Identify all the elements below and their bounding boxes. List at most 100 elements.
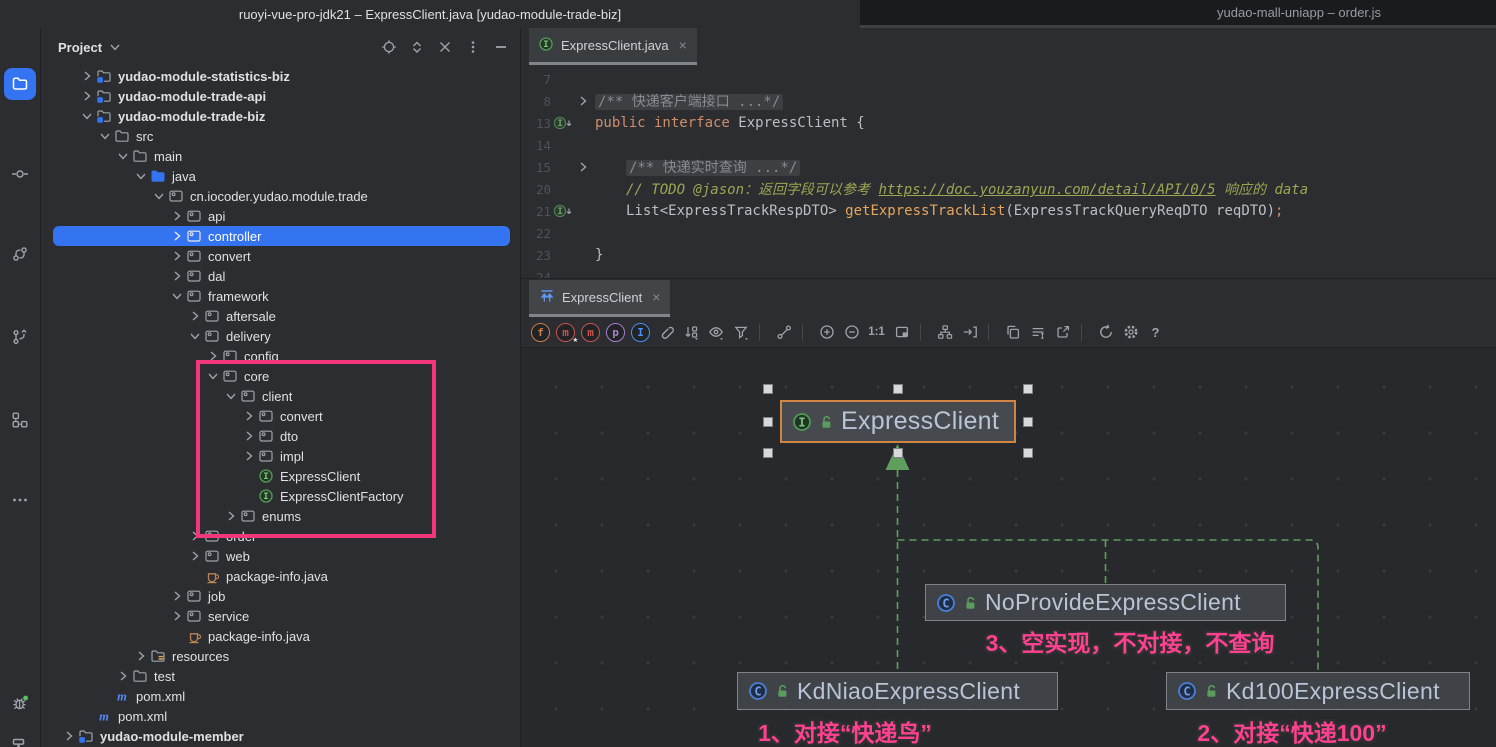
tree-item-convert[interactable]: convert (53, 406, 510, 426)
diagram-node-noprovideexpressclient[interactable]: CNoProvideExpressClient (925, 584, 1286, 621)
fold-region-icon[interactable] (574, 93, 592, 109)
filter-dependencies-button[interactable] (728, 320, 753, 344)
tree-item-web[interactable]: web (53, 546, 510, 566)
help-button[interactable]: ? (1143, 320, 1168, 344)
tree-item-yudao-module-trade-biz[interactable]: yudao-module-trade-biz (53, 106, 510, 126)
chevron-right-icon[interactable] (223, 508, 239, 524)
sort-members-button[interactable] (678, 320, 703, 344)
chevron-right-icon[interactable] (187, 308, 203, 324)
refresh-diagram-button[interactable] (1093, 320, 1118, 344)
tree-item-java[interactable]: java (53, 166, 510, 186)
tree-item-package-info-java[interactable]: package-info.java (53, 566, 510, 586)
chevron-right-icon[interactable] (169, 268, 185, 284)
selection-handle[interactable] (763, 448, 773, 458)
show-fields-button[interactable]: f (528, 320, 553, 344)
locate-file-icon[interactable] (380, 38, 398, 56)
selection-handle[interactable] (1023, 448, 1033, 458)
chevron-down-icon[interactable] (187, 328, 203, 344)
export-diagram-button[interactable] (1050, 320, 1075, 344)
stripe-commit-button[interactable] (4, 158, 36, 190)
copy-diagram-button[interactable] (1000, 320, 1025, 344)
fold-region-icon[interactable] (574, 159, 592, 175)
tree-item-package-info-java[interactable]: package-info.java (53, 626, 510, 646)
tree-item-core[interactable]: core (53, 366, 510, 386)
diagram-node-kdniaoexpressclient[interactable]: CKdNiaoExpressClient (737, 672, 1058, 710)
tree-item-resources[interactable]: resources (53, 646, 510, 666)
diagram-node-kd100expressclient[interactable]: CKd100ExpressClient (1166, 672, 1470, 710)
show-methods-button[interactable]: m (578, 320, 603, 344)
chevron-right-icon[interactable] (133, 648, 149, 664)
apply-layout-button[interactable] (932, 320, 957, 344)
chevron-down-icon[interactable] (223, 388, 239, 404)
expand-all-icon[interactable] (408, 38, 426, 56)
tree-item-api[interactable]: api (53, 206, 510, 226)
hide-panel-icon[interactable] (492, 38, 510, 56)
close-icon[interactable]: × (652, 289, 660, 305)
zoom-out-button[interactable] (839, 320, 864, 344)
chevron-right-icon[interactable] (169, 208, 185, 224)
selection-handle[interactable] (1023, 417, 1033, 427)
diagram-node-expressclient[interactable]: IExpressClient (780, 400, 1016, 443)
stripe-project-button[interactable] (4, 68, 36, 100)
chevron-right-icon[interactable] (61, 728, 77, 744)
chevron-right-icon[interactable] (187, 528, 203, 544)
route-edges-button[interactable] (957, 320, 982, 344)
chevron-right-icon[interactable] (241, 408, 257, 424)
tree-item-aftersale[interactable]: aftersale (53, 306, 510, 326)
selection-handle[interactable] (763, 417, 773, 427)
actual-size-button[interactable]: 1:1 (864, 320, 889, 344)
selection-handle[interactable] (763, 384, 773, 394)
chevron-down-icon[interactable] (79, 108, 95, 124)
tree-item-dal[interactable]: dal (53, 266, 510, 286)
tree-item-delivery[interactable]: delivery (53, 326, 510, 346)
tree-item-pom-xml[interactable]: mpom.xml (53, 686, 510, 706)
code-editor[interactable]: 78/** 快递客户端接口 ...*/13Ipublic interface E… (521, 66, 1496, 280)
node-details-button[interactable] (1025, 320, 1050, 344)
tree-item-convert[interactable]: convert (53, 246, 510, 266)
panel-splitter[interactable] (520, 28, 521, 747)
stripe-build-button[interactable] (4, 730, 36, 747)
stripe-pull-requests-button[interactable] (4, 238, 36, 270)
chevron-right-icon[interactable] (169, 608, 185, 624)
fit-content-button[interactable] (889, 320, 914, 344)
chevron-right-icon[interactable] (187, 548, 203, 564)
editor-diagram-splitter[interactable] (521, 278, 1496, 279)
change-visibility-scope-button[interactable] (703, 320, 728, 344)
edge-creation-mode-button[interactable] (771, 320, 796, 344)
tree-item-yudao-module-trade-api[interactable]: yudao-module-trade-api (53, 86, 510, 106)
show-constructors-button[interactable]: m★ (553, 320, 578, 344)
tree-item-pom-xml[interactable]: mpom.xml (53, 706, 510, 726)
titlebar-active-window[interactable]: ruoyi-vue-pro-jdk21 – ExpressClient.java… (0, 0, 860, 28)
tree-item-impl[interactable]: impl (53, 446, 510, 466)
tab-expressclient-diagram[interactable]: ExpressClient × (529, 280, 670, 314)
chevron-right-icon[interactable] (241, 428, 257, 444)
tree-item-test[interactable]: test (53, 666, 510, 686)
tree-item-main[interactable]: main (53, 146, 510, 166)
chevron-down-icon[interactable] (107, 39, 123, 55)
more-options-icon[interactable] (464, 38, 482, 56)
tree-item-config[interactable]: config (53, 346, 510, 366)
chevron-down-icon[interactable] (205, 368, 221, 384)
has-implementations-icon[interactable]: I (551, 115, 574, 131)
tree-item-job[interactable]: job (53, 586, 510, 606)
collapse-all-icon[interactable] (436, 38, 454, 56)
chevron-right-icon[interactable] (79, 68, 95, 84)
diagram-settings-button[interactable] (1118, 320, 1143, 344)
chevron-down-icon[interactable] (133, 168, 149, 184)
chevron-right-icon[interactable] (169, 248, 185, 264)
tree-item-src[interactable]: src (53, 126, 510, 146)
tree-item-dto[interactable]: dto (53, 426, 510, 446)
project-tree[interactable]: yudao-module-statistics-bizyudao-module-… (40, 66, 520, 747)
selection-handle[interactable] (893, 448, 903, 458)
zoom-in-button[interactable] (814, 320, 839, 344)
has-implementations-icon[interactable]: I (551, 203, 574, 219)
chevron-right-icon[interactable] (241, 448, 257, 464)
chevron-right-icon[interactable] (169, 228, 185, 244)
show-inner-classes-button[interactable]: I (628, 320, 653, 344)
tree-item-enums[interactable]: enums (53, 506, 510, 526)
selection-handle[interactable] (893, 384, 903, 394)
tree-item-cn-iocoder-yudao-module-trade[interactable]: cn.iocoder.yudao.module.trade (53, 186, 510, 206)
stripe-problems-button[interactable] (4, 687, 36, 719)
chevron-down-icon[interactable] (169, 288, 185, 304)
tree-item-order[interactable]: order (53, 526, 510, 546)
